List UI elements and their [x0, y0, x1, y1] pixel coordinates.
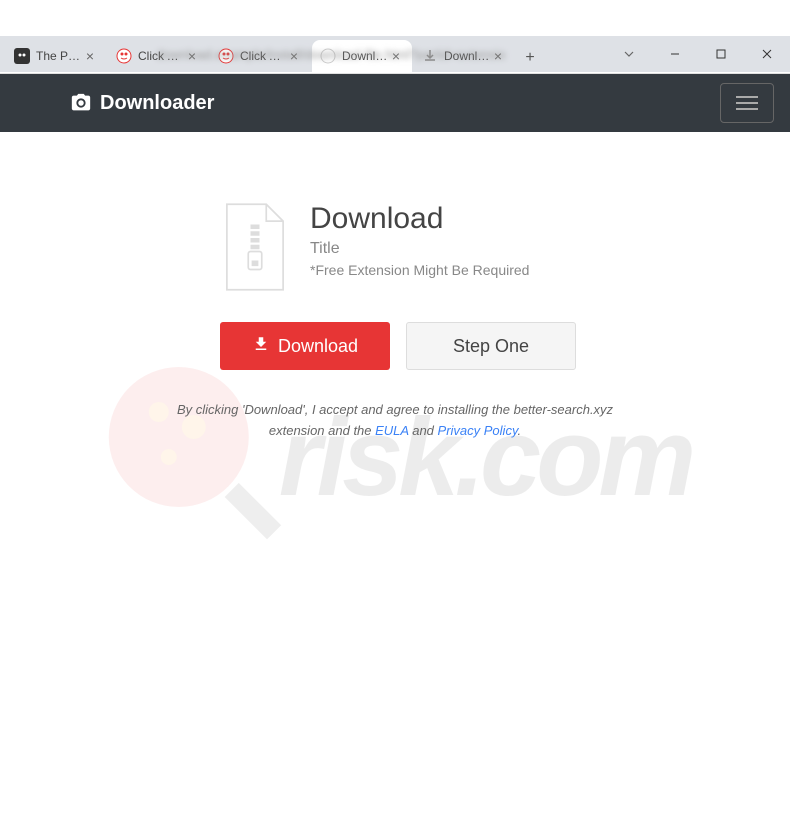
- maximize-button[interactable]: [698, 38, 744, 70]
- watermark: risk.com: [99, 357, 691, 557]
- file-icon: [220, 202, 290, 292]
- download-info: Download Title *Free Extension Might Be …: [310, 202, 529, 278]
- tab-favicon: [14, 48, 30, 64]
- hamburger-icon: [736, 96, 758, 110]
- site-header: Downloader: [0, 74, 790, 132]
- minimize-button[interactable]: [652, 38, 698, 70]
- download-icon: [252, 335, 270, 358]
- disclaimer-period: .: [517, 423, 521, 438]
- url-text: download.example/install/download-file.h…: [156, 47, 548, 62]
- camera-icon: [70, 92, 92, 114]
- download-note: *Free Extension Might Be Required: [310, 262, 529, 278]
- privacy-link[interactable]: Privacy Policy: [438, 423, 518, 438]
- eula-link[interactable]: EULA: [375, 423, 408, 438]
- dropdown-icon[interactable]: [606, 38, 652, 70]
- button-row: Download Step One: [220, 322, 790, 370]
- download-subtitle: Title: [310, 240, 529, 258]
- site-brand[interactable]: Downloader: [70, 92, 214, 115]
- download-heading: Download: [310, 202, 529, 236]
- tab-title: The Pirat: [36, 49, 82, 63]
- disclaimer: By clicking 'Download', I accept and agr…: [175, 400, 615, 442]
- content: risk.com Download Title *Free Extension …: [0, 132, 790, 782]
- download-button[interactable]: Download: [220, 322, 390, 370]
- close-icon[interactable]: ×: [82, 48, 98, 64]
- tab-pirate[interactable]: The Pirat ×: [6, 40, 106, 72]
- disclaimer-and: and: [409, 423, 438, 438]
- window-controls: [606, 36, 790, 72]
- step-one-button[interactable]: Step One: [406, 322, 576, 370]
- brand-label: Downloader: [100, 92, 214, 115]
- download-button-label: Download: [278, 336, 358, 357]
- download-card: Download Title *Free Extension Might Be …: [0, 202, 790, 292]
- close-button[interactable]: [744, 38, 790, 70]
- hamburger-menu[interactable]: [720, 83, 774, 123]
- step-button-label: Step One: [453, 336, 529, 357]
- tab-favicon: [116, 48, 132, 64]
